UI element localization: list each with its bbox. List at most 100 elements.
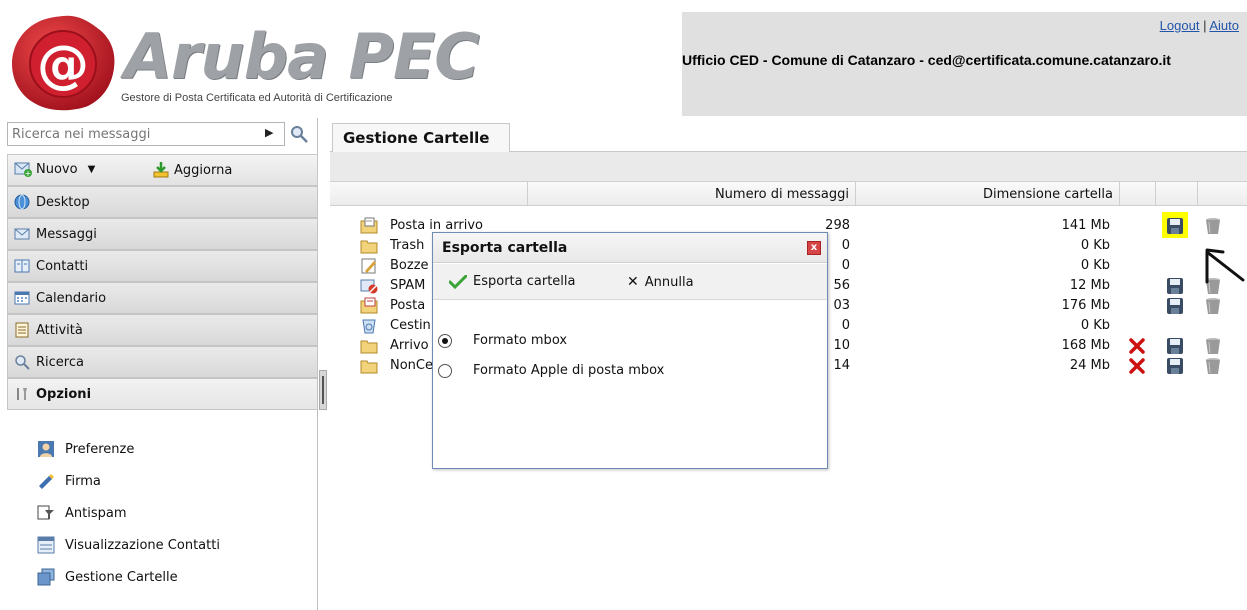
col-size[interactable]: Dimensione cartella — [856, 182, 1120, 206]
folder-size: 12 Mb — [1069, 278, 1110, 293]
panel-splitter[interactable] — [319, 370, 327, 410]
sent-folder-icon — [360, 297, 378, 314]
nav-label: Attività — [36, 322, 83, 338]
inbox-folder-icon — [360, 217, 378, 234]
search-row: ▶ — [7, 120, 318, 148]
floppy-disk-icon[interactable] — [1165, 296, 1185, 316]
signature-pen-icon — [39, 474, 54, 489]
tab-folder-management[interactable]: Gestione Cartelle — [332, 123, 510, 153]
option-antispam[interactable]: Antispam — [37, 504, 127, 522]
option-folder-management[interactable]: Gestione Cartelle — [37, 568, 178, 586]
trash-bin-icon[interactable] — [1203, 336, 1223, 356]
nav-item-activities[interactable]: Attività — [7, 314, 318, 346]
trash-bin-icon[interactable] — [1203, 296, 1223, 316]
nav-item-options[interactable]: Opzioni — [7, 378, 318, 410]
left-panel: ▶ + Nuovo ▼ Aggiorna Desktop — [7, 118, 318, 610]
cancel-button[interactable]: ✕ Annulla — [627, 274, 694, 290]
nav-item-contacts[interactable]: Contatti — [7, 250, 318, 282]
nav-label: Messaggi — [36, 226, 97, 242]
folder-icon — [360, 340, 378, 354]
aruba-logo: @ Aruba PEC Gestore di Posta Certificata… — [0, 0, 680, 118]
export-folder-button[interactable]: Esporta cartella — [449, 274, 575, 289]
trash-bin-icon[interactable] — [1203, 356, 1223, 376]
search-input[interactable] — [7, 122, 285, 146]
task-list-icon — [15, 322, 29, 338]
tab-strip: Gestione Cartelle — [330, 120, 1247, 153]
folder-size: 0 Kb — [1080, 258, 1110, 273]
search-arrow-icon[interactable]: ▶ — [265, 126, 273, 139]
contacts-list-icon — [37, 536, 55, 554]
folder-name[interactable]: Cestin — [390, 318, 431, 333]
table-header: Numero di messaggi Dimensione cartella — [330, 182, 1247, 206]
col-delete — [1120, 182, 1156, 206]
folder-name[interactable]: Posta — [390, 298, 425, 313]
refresh-button[interactable]: Aggiorna — [152, 161, 232, 179]
dialog-title: Esporta cartella — [433, 233, 827, 263]
logout-link[interactable]: Logout — [1160, 18, 1200, 33]
folder-size: 0 Kb — [1080, 238, 1110, 253]
chevron-down-icon[interactable]: ▼ — [88, 164, 96, 175]
folder-icon — [360, 360, 378, 374]
folder-name[interactable]: Posta in arrivo — [390, 218, 483, 233]
folder-size: 176 Mb — [1061, 298, 1110, 313]
floppy-disk-icon[interactable] — [1165, 336, 1185, 356]
magnifier-icon — [15, 355, 30, 370]
floppy-disk-icon[interactable] — [1165, 216, 1185, 236]
folder-name[interactable]: Trash — [390, 238, 424, 253]
folder-name[interactable]: SPAM — [390, 278, 425, 293]
folder-count: 298 — [825, 218, 850, 233]
folder-size: 24 Mb — [1069, 358, 1110, 373]
refresh-button-label: Aggiorna — [174, 162, 233, 178]
filter-icon — [37, 505, 54, 520]
radio-selected[interactable] — [438, 333, 452, 348]
nav-label: Desktop — [36, 194, 90, 210]
calendar-icon — [14, 291, 30, 305]
col-name[interactable] — [330, 182, 528, 206]
checkmark-icon — [449, 274, 467, 289]
option-label: Antispam — [65, 505, 127, 521]
nav-item-calendar[interactable]: Calendario — [7, 282, 318, 314]
folder-size: 168 Mb — [1061, 338, 1110, 353]
format-apple-mbox-label: Formato Apple di posta mbox — [473, 363, 665, 378]
col-messages[interactable]: Numero di messaggi — [528, 182, 856, 206]
radio-unselected[interactable] — [438, 363, 452, 378]
brand-name: Aruba PEC — [124, 20, 480, 93]
folder-name[interactable]: Arrivo — [390, 338, 429, 353]
trash-bin-icon[interactable] — [1203, 216, 1223, 236]
col-save — [1156, 182, 1198, 206]
option-label: Visualizzazione Contatti — [65, 537, 220, 553]
folders-icon — [37, 568, 55, 586]
annotation-arrow-icon — [1205, 248, 1245, 284]
new-mail-icon: + — [14, 162, 32, 177]
option-contacts-view[interactable]: Visualizzazione Contatti — [37, 536, 220, 554]
delete-x-icon[interactable] — [1127, 356, 1147, 376]
format-apple-mbox-option[interactable]: Formato Apple di posta mbox — [438, 363, 664, 378]
nav-label: Calendario — [36, 290, 107, 306]
option-label: Firma — [65, 473, 101, 489]
nav-label: Opzioni — [36, 386, 92, 402]
format-mbox-label: Formato mbox — [473, 333, 568, 348]
close-icon[interactable]: x — [807, 241, 821, 255]
cancel-x-icon: ✕ — [627, 274, 639, 290]
nav-item-messages[interactable]: Messaggi — [7, 218, 318, 250]
folder-name[interactable]: Bozze — [390, 258, 429, 273]
format-mbox-option[interactable]: Formato mbox — [438, 333, 567, 348]
floppy-disk-icon[interactable] — [1165, 356, 1185, 376]
nav-item-search[interactable]: Ricerca — [7, 346, 318, 378]
option-signature[interactable]: Firma — [37, 472, 101, 490]
new-button[interactable]: + Nuovo ▼ — [14, 161, 95, 177]
help-link[interactable]: Aiuto — [1209, 18, 1239, 33]
floppy-disk-icon[interactable] — [1165, 276, 1185, 296]
search-icon[interactable] — [289, 124, 309, 144]
export-folder-dialog: Esporta cartella x Esporta cartella ✕ An… — [432, 232, 828, 469]
delete-x-icon[interactable] — [1127, 336, 1147, 356]
nav-item-desktop[interactable]: Desktop — [7, 186, 318, 218]
cancel-button-label: Annulla — [644, 274, 694, 290]
user-info: Ufficio CED - Comune di Catanzaro - ced@… — [682, 52, 1171, 68]
sub-toolbar — [330, 152, 1247, 182]
folder-name[interactable]: NonCe — [390, 358, 433, 373]
option-preferences[interactable]: Preferenze — [37, 440, 134, 458]
spam-folder-icon — [360, 279, 378, 294]
recycle-bin-icon — [362, 319, 376, 334]
link-separator: | — [1203, 18, 1207, 33]
